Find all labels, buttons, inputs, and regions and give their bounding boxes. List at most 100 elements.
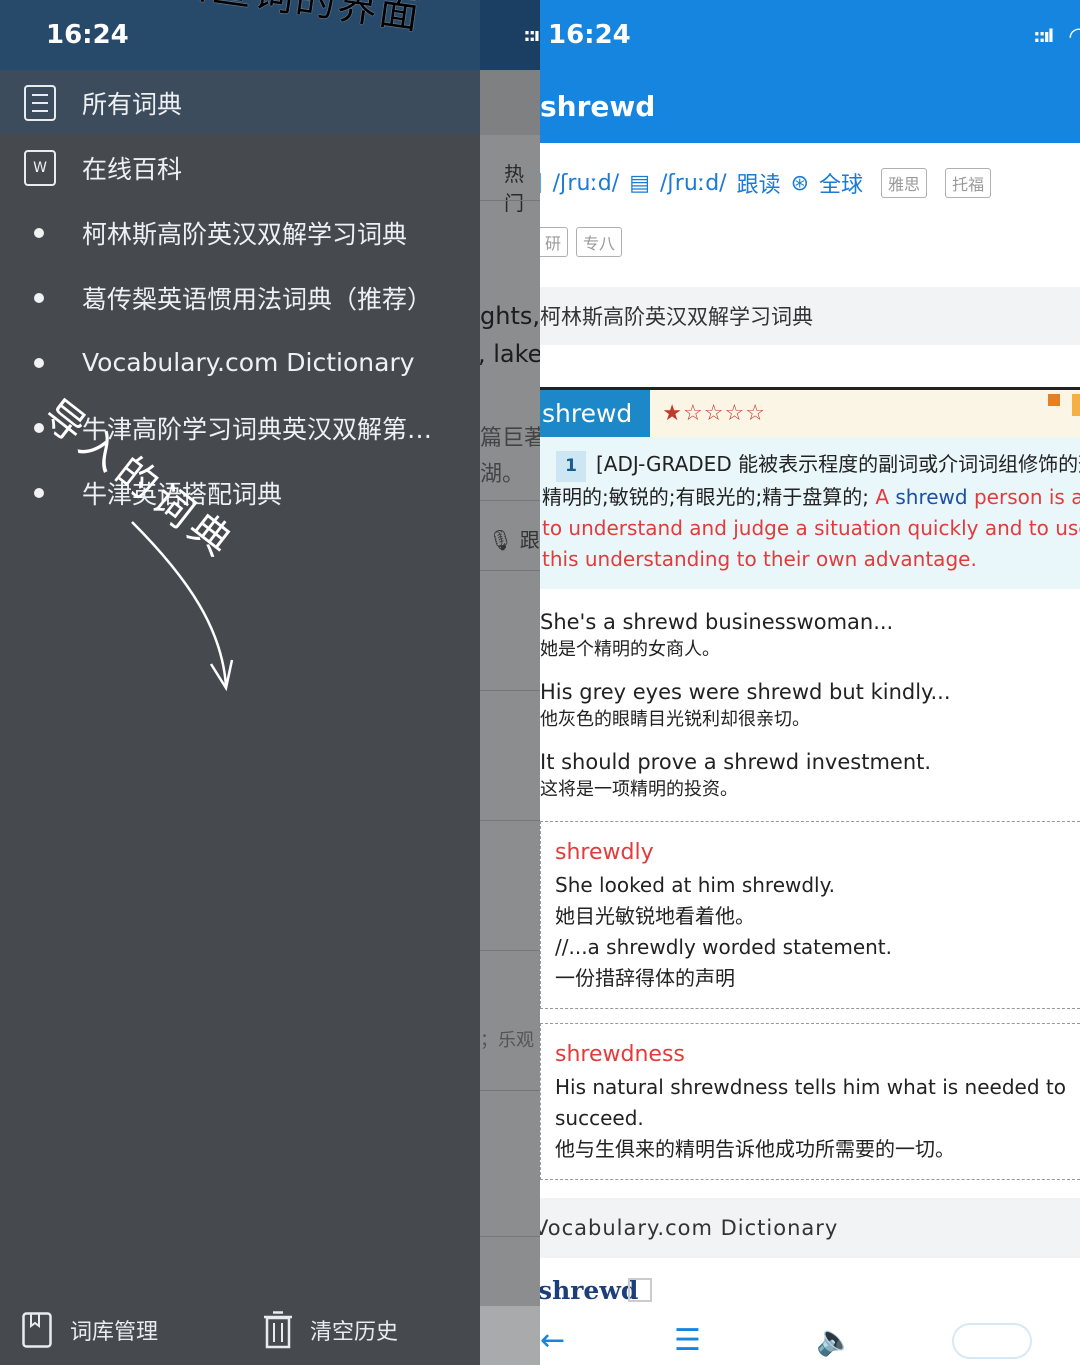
mid-cn-line: 篇巨著 (480, 426, 540, 451)
word-doc-icon: W (24, 149, 56, 186)
mid-bottom-area (480, 1306, 540, 1365)
definition-en-headword: shrewd (895, 485, 968, 509)
mid-cn-line: 湖。 (480, 462, 525, 487)
tag-postgrad: 研 (540, 227, 569, 257)
example-en: It should prove a shrewd investment. (540, 750, 932, 774)
vocabulary-section-header[interactable]: Vocabulary.com Dictionary (540, 1198, 1080, 1258)
dictionary-item-oxford-collocations[interactable]: 牛津英语搭配词典 (0, 460, 480, 525)
phonetic-uk[interactable]: /ʃruːd/ (553, 171, 620, 196)
derivative-line: succeed. (555, 1106, 644, 1130)
divider (480, 1236, 540, 1237)
bullet-icon (34, 292, 44, 303)
bullet-icon (34, 227, 44, 238)
examples-list: She's a shrewd businesswoman... 她是个精明的女商… (540, 589, 1080, 803)
definition-block: 1 [ADJ-GRADED 能被表示程度的副词或介词词组修饰的形容词] 精明的;敏… (540, 437, 1080, 589)
dictionary-label: 柯林斯高阶英汉双解学习词典 (82, 219, 408, 249)
derivative-line: //...a shrewdly worded statement. (555, 935, 892, 959)
dictionary-label: 葛传椝英语惯用法词典（推荐） (82, 284, 433, 314)
menu-label: 在线百科 (82, 154, 183, 184)
word-detail-page: ::ı 16:24 ::ıl ◠ shrewd ] /ʃruːd/ ▤ /ʃru… (540, 0, 1080, 1365)
header-word: shrewd (540, 90, 656, 123)
example-zh: 这将是一项精明的投资。 (540, 779, 738, 800)
tag-toefl: 托福 (945, 168, 992, 198)
bottom-toolbar: ← ☰ 🔈 (540, 1315, 1080, 1365)
divider (480, 1090, 540, 1091)
microphone-icon: 🎙 (488, 528, 514, 552)
derivative-line: 一份措辞得体的声明 (555, 966, 735, 990)
status-time: 16:24 (46, 20, 129, 50)
clear-history-button[interactable]: 清空历史 (262, 1311, 398, 1349)
example-item: His grey eyes were shrewd but kindly... … (540, 677, 1080, 733)
corner-marker-icon (1072, 394, 1080, 416)
derivative-block: shrewdly She looked at him shrewdly. 她目光… (540, 821, 1080, 1009)
phonetic-us[interactable]: /ʃruːd/ (660, 171, 727, 196)
derivative-line: 她目光敏锐地看着他。 (555, 904, 755, 928)
underlying-page-strip: ::ı 热门 ghts, , lake 篇巨著 湖。 🎙 跟 ；乐观 (480, 0, 540, 1365)
manage-library-button[interactable]: 词库管理 (22, 1312, 158, 1348)
entry-word: shrewd (540, 390, 651, 437)
speaker-icon[interactable]: 🔈 (816, 1323, 853, 1358)
divider (480, 950, 540, 951)
book-icon[interactable]: ▤ (629, 171, 650, 196)
derivative-line: His natural shrewdness tells him what is… (555, 1075, 1066, 1099)
mid-side-note: ；乐观 (480, 1030, 534, 1051)
mic-label: 跟 (519, 528, 540, 552)
mid-text-line: ghts, (480, 302, 540, 330)
example-en: His grey eyes were shrewd but kindly... (540, 680, 951, 704)
tag-tem8: 专八 (576, 227, 623, 257)
trash-icon (264, 1311, 292, 1349)
menu-label: 所有词典 (82, 89, 183, 119)
frequency-stars: ★☆☆☆☆ (662, 401, 766, 426)
back-arrow-icon[interactable]: ← (540, 1323, 565, 1358)
derivative-line: She looked at him shrewdly. (555, 873, 835, 897)
dictionary-section-header[interactable]: 柯林斯高阶英汉双解学习词典 (540, 287, 1080, 345)
bracket-mark: ] (540, 171, 543, 196)
vocabulary-checkbox[interactable] (628, 1278, 652, 1302)
vocabulary-word: shrewd (540, 1276, 639, 1305)
globe-icon: ⊛ (790, 170, 810, 196)
bookmark-book-icon (22, 1312, 52, 1348)
example-item: She's a shrewd businesswoman... 她是个精明的女商… (540, 607, 1080, 663)
divider (480, 200, 540, 201)
dictionary-item-ge-usage[interactable]: 葛传椝英语惯用法词典（推荐） (0, 265, 480, 330)
derivative-line: 他与生俱来的精明告诉他成功所需要的一切。 (555, 1137, 955, 1161)
wifi-icon: ◠ (1069, 22, 1080, 50)
dictionary-title: 柯林斯高阶英汉双解学习词典 (540, 305, 813, 329)
mid-search-bar (480, 70, 540, 135)
grammar-note: [ADJ-GRADED 能被表示程度的副词或介词词组修饰的形容词] (596, 452, 1080, 476)
derivative-word: shrewdly (555, 840, 654, 865)
corner-marker-icon (1048, 394, 1060, 406)
divider (480, 500, 540, 501)
list-icon[interactable]: ☰ (674, 1323, 701, 1358)
dictionary-drawer: 16:24 所有词典 W 在线百科 柯林斯高阶英汉双解学习词典 葛传椝英语惯用法… (0, 0, 480, 1365)
menu-online-encyclopedia[interactable]: W 在线百科 (0, 135, 480, 200)
vocabulary-title: Vocabulary.com Dictionary (540, 1216, 839, 1240)
cell-signal-icon: ::ıl (1033, 26, 1054, 47)
pronunciation-row: ] /ʃruːd/ ▤ /ʃruːd/ 跟读 ⊛ 全球 雅思 托福 (540, 143, 1080, 223)
divider (480, 690, 540, 691)
assistant-icon[interactable] (952, 1323, 1032, 1359)
divider (480, 570, 540, 571)
document-list-icon (24, 84, 56, 121)
bullet-icon (34, 357, 44, 368)
menu-all-dictionaries[interactable]: 所有词典 (0, 70, 480, 135)
mid-text-line: , lake (480, 340, 540, 368)
definition-en-c: person is able (973, 485, 1080, 509)
definition-en-line: to understand and judge a situation quic… (542, 516, 1080, 540)
follow-read-button[interactable]: 跟读 (737, 167, 781, 199)
derivative-block: shrewdness His natural shrewdness tells … (540, 1023, 1080, 1180)
clear-history-label: 清空历史 (310, 1320, 399, 1345)
definition-en-line: this understanding to their own advantag… (542, 547, 977, 571)
tag-row-2: 研 专八 (540, 223, 1080, 261)
example-en: She's a shrewd businesswoman... (540, 610, 894, 634)
global-label[interactable]: 全球 (819, 167, 863, 199)
hot-label: 热门 (504, 162, 524, 215)
derivative-word: shrewdness (555, 1042, 685, 1067)
example-zh: 她是个精明的女商人。 (540, 639, 720, 660)
mic-row[interactable]: 🎙 跟 (488, 524, 540, 553)
example-item: It should prove a shrewd investment. 这将是… (540, 747, 1080, 803)
divider (480, 820, 540, 821)
sense-number: 1 (556, 451, 586, 482)
dictionary-item-collins[interactable]: 柯林斯高阶英汉双解学习词典 (0, 200, 480, 265)
tag-ielts: 雅思 (881, 168, 928, 198)
